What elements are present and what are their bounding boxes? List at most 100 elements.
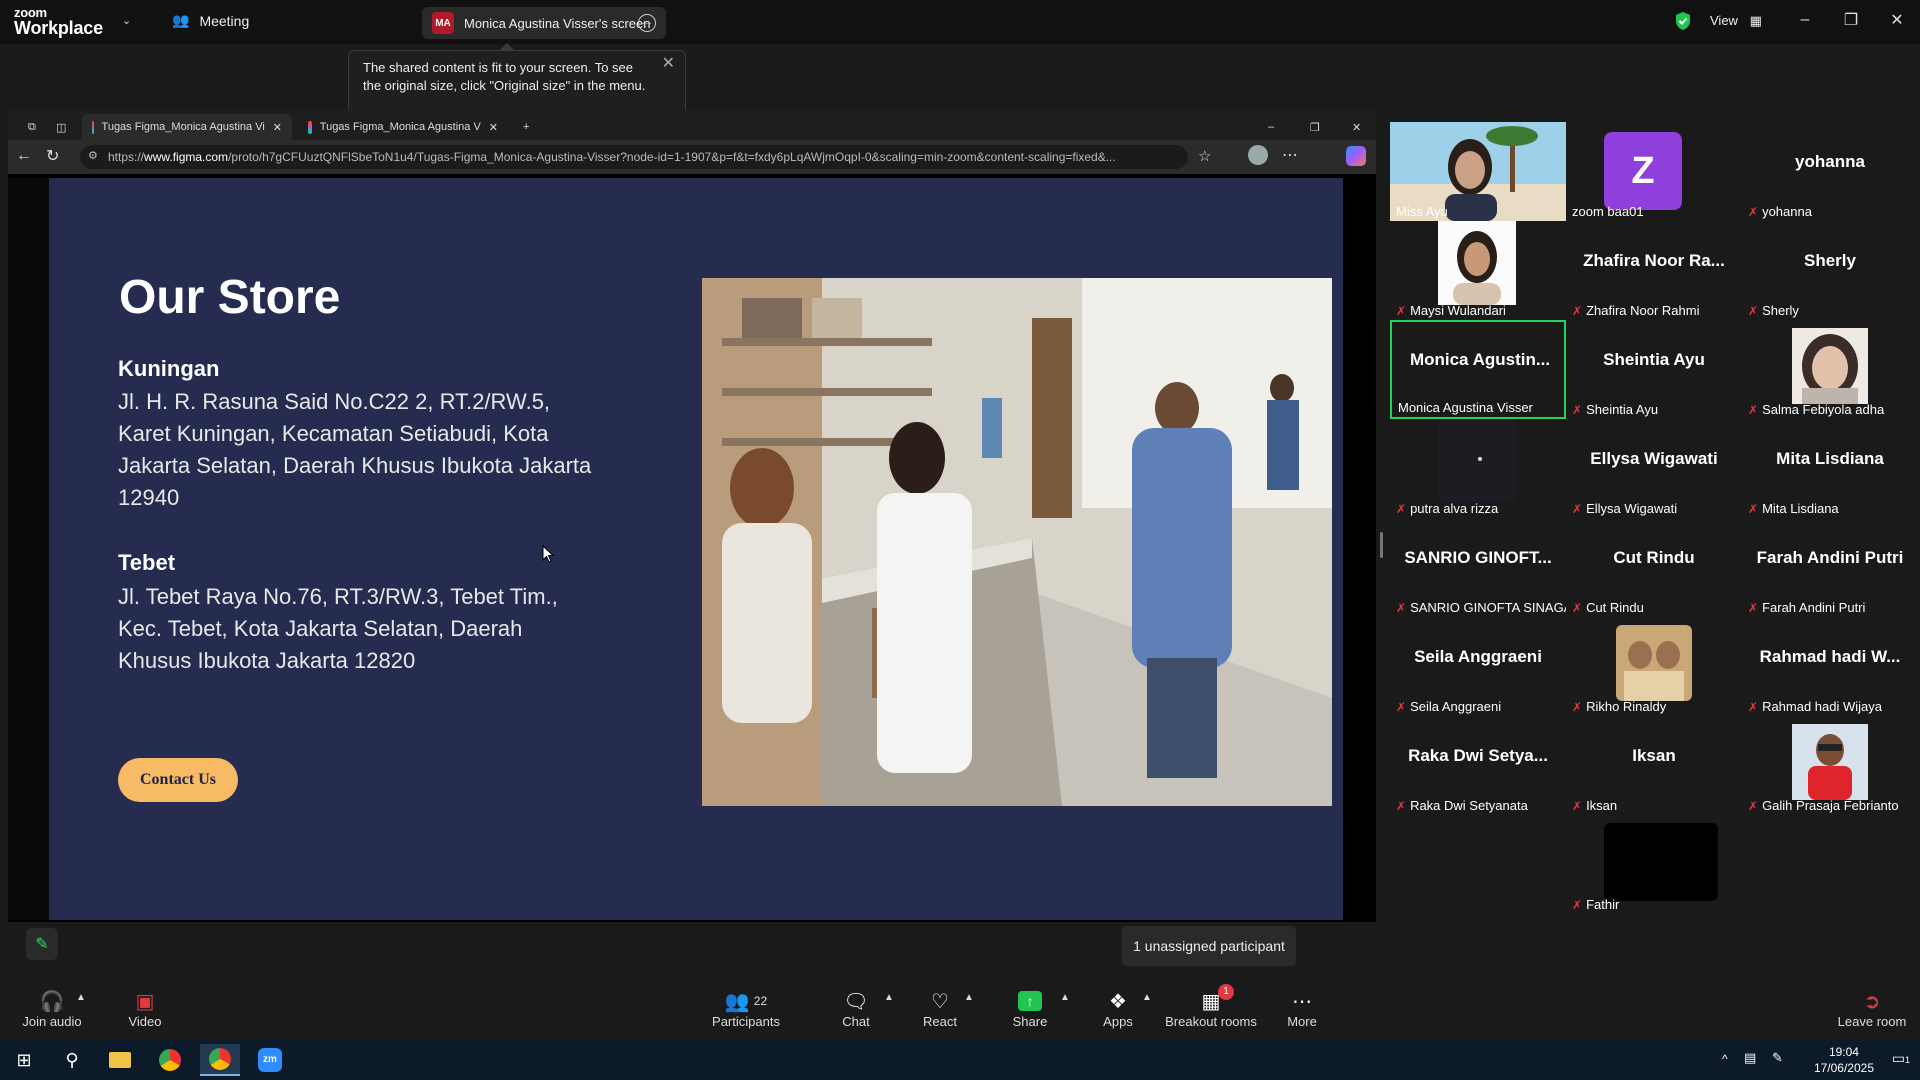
zoom-top-bar: zoom Workplace ⌄ 👥 Meeting MA Monica Agu… xyxy=(0,0,1920,44)
participant-tile[interactable]: Sherly ✗ Sherly xyxy=(1742,221,1918,320)
participant-tile[interactable]: ✗ Salma Febiyola adha xyxy=(1742,320,1918,419)
address-bar[interactable]: ⚙ https://www.figma.com/proto/h7gCFUuztQ… xyxy=(80,145,1188,169)
location-address: Jl. Tebet Raya No.76, RT.3/RW.3, Tebet T… xyxy=(118,584,558,673)
windows-taskbar: ⊞ ⚲ zm ^ ▤ ✎ 19:04 17/06/2025 ▭1 xyxy=(0,1040,1920,1080)
share-button[interactable]: ↑ Share xyxy=(1008,988,1052,1029)
security-shield-icon[interactable] xyxy=(1674,11,1692,31)
close-tab-icon[interactable]: ✕ xyxy=(273,121,282,134)
view-button[interactable]: View ▦ xyxy=(1710,13,1762,29)
maximize-icon[interactable]: ❐ xyxy=(1300,114,1330,140)
participant-tile[interactable]: ✗ Galih Prasaja Febrianto xyxy=(1742,716,1918,815)
participant-tile[interactable]: ✗ putra alva rizza xyxy=(1390,419,1566,518)
participant-tile[interactable]: Ellysa Wigawati ✗ Ellysa Wigawati xyxy=(1566,419,1742,518)
close-icon[interactable]: ✕ xyxy=(662,55,675,73)
participants-button[interactable]: 👥 22 Participants xyxy=(712,988,780,1030)
audio-options-caret[interactable]: ▲ xyxy=(76,992,86,1003)
mic-muted-icon: ✗ xyxy=(1572,402,1583,417)
meeting-button[interactable]: 👥 Meeting xyxy=(172,12,249,29)
participant-tile[interactable]: yohanna ✗ yohanna xyxy=(1742,122,1918,221)
participant-tile[interactable]: Rahmad hadi W... ✗ Rahmad hadi Wijaya xyxy=(1742,617,1918,716)
menu-icon[interactable]: ⋯ xyxy=(1282,145,1298,165)
participant-name: Rahmad hadi W... xyxy=(1759,647,1901,666)
participant-tile[interactable]: Sheintia Ayu ✗ Sheintia Ayu xyxy=(1566,320,1742,419)
chrome-icon[interactable] xyxy=(150,1044,190,1076)
tray-overflow-icon[interactable]: ^ xyxy=(1722,1052,1728,1066)
mic-muted-icon: ✗ xyxy=(1396,699,1407,714)
figma-prototype-frame: Our Store Kuningan Jl. H. R. Rasuna Said… xyxy=(49,178,1343,920)
participant-label: ✗ SANRIO GINOFTA SINAGA xyxy=(1396,600,1573,615)
chrome-active-icon[interactable] xyxy=(200,1044,240,1076)
network-icon[interactable]: ▤ xyxy=(1744,1050,1756,1066)
annotate-pen-icon[interactable]: ✎ xyxy=(26,928,58,960)
sidebar-toggle-icon[interactable]: ◫ xyxy=(46,114,66,140)
participant-tile-active-speaker[interactable]: Monica Agustin... Monica Agustina Visser xyxy=(1390,320,1566,419)
close-tab-icon[interactable]: ✕ xyxy=(489,121,498,134)
mic-muted-icon: ✗ xyxy=(1572,303,1583,318)
minimize-icon[interactable]: – xyxy=(1258,114,1288,140)
participant-tile[interactable]: ✗ Maysi Wulandari xyxy=(1390,221,1566,320)
start-icon[interactable]: ⊞ xyxy=(4,1044,44,1076)
participant-name: Sherly xyxy=(1804,251,1856,270)
browser-tab[interactable]: Tugas Figma_Monica Agustina Vi ✕ xyxy=(82,114,292,140)
new-tab-icon[interactable]: + xyxy=(513,114,533,140)
more-button[interactable]: ⋯ More xyxy=(1280,988,1324,1030)
more-options-icon[interactable]: … xyxy=(638,14,656,32)
participant-tile[interactable]: ✗ Rikho Rinaldy xyxy=(1566,617,1742,716)
system-clock[interactable]: 19:04 17/06/2025 xyxy=(1814,1044,1874,1076)
chevron-down-icon[interactable]: ⌄ xyxy=(122,14,131,27)
apps-button[interactable]: ❖ Apps xyxy=(1096,988,1140,1030)
mic-muted-icon: ✗ xyxy=(1572,798,1583,813)
browser-tab[interactable]: Tugas Figma_Monica Agustina V ✕ xyxy=(298,114,508,140)
participant-tile[interactable]: Cut Rindu ✗ Cut Rindu xyxy=(1566,518,1742,617)
zoom-app-icon[interactable]: zm xyxy=(250,1044,290,1076)
contact-us-button[interactable]: Contact Us xyxy=(118,758,238,802)
participant-tile[interactable]: SANRIO GINOFT... ✗ SANRIO GINOFTA SINAGA xyxy=(1390,518,1572,617)
video-button[interactable]: ▣ Video xyxy=(120,988,170,1030)
mouse-cursor-icon xyxy=(542,545,554,563)
close-icon[interactable]: ✕ xyxy=(1342,114,1372,140)
participant-label: ✗ Galih Prasaja Febrianto xyxy=(1748,798,1899,813)
panel-resize-handle[interactable] xyxy=(1380,532,1383,558)
participant-video xyxy=(1604,823,1718,901)
copilot-icon[interactable] xyxy=(1346,146,1366,166)
search-icon[interactable]: ⚲ xyxy=(52,1044,92,1076)
reload-icon[interactable]: ↻ xyxy=(46,146,59,166)
participant-tile[interactable]: Zhafira Noor Ra... ✗ Zhafira Noor Rahmi xyxy=(1566,221,1742,320)
apps-options-caret[interactable]: ▲ xyxy=(1142,992,1152,1003)
tab-actions-icon[interactable]: ⧉ xyxy=(18,114,38,140)
file-explorer-icon[interactable] xyxy=(100,1044,140,1076)
chat-options-caret[interactable]: ▲ xyxy=(884,992,894,1003)
leave-room-button[interactable]: ➲ Leave room xyxy=(1836,988,1908,1030)
back-icon[interactable]: ← xyxy=(16,147,32,165)
pen-tray-icon[interactable]: ✎ xyxy=(1772,1050,1783,1066)
participant-tile[interactable]: Iksan ✗ Iksan xyxy=(1566,716,1742,815)
participant-tile[interactable]: Mita Lisdiana ✗ Mita Lisdiana xyxy=(1742,419,1918,518)
maximize-icon[interactable]: ❐ xyxy=(1828,0,1874,40)
participant-label: ✗ Fathir xyxy=(1572,897,1620,912)
participant-tile[interactable]: Z zoom baa01 xyxy=(1566,122,1742,221)
close-icon[interactable]: ✕ xyxy=(1874,0,1920,40)
mic-muted-icon: ✗ xyxy=(1396,600,1407,615)
participant-tile[interactable]: Raka Dwi Setya... ✗ Raka Dwi Setyanata xyxy=(1390,716,1566,815)
location-address: Jl. H. R. Rasuna Said No.C22 2, RT.2/RW.… xyxy=(118,389,592,510)
minimize-icon[interactable]: – xyxy=(1782,0,1828,40)
share-options-caret[interactable]: ▲ xyxy=(1060,992,1070,1003)
breakout-rooms-button[interactable]: ▦ 1 Breakout rooms xyxy=(1164,984,1258,1029)
participant-tile[interactable]: Miss Ayu xyxy=(1390,122,1566,221)
react-options-caret[interactable]: ▲ xyxy=(964,992,974,1003)
participant-label: ✗ Mita Lisdiana xyxy=(1748,501,1839,516)
react-button[interactable]: ♡ React xyxy=(918,988,962,1030)
chat-button[interactable]: 🗨 Chat xyxy=(834,988,878,1030)
leave-icon: ➲ xyxy=(1863,990,1881,1013)
join-audio-button[interactable]: 🎧 Join audio xyxy=(22,988,82,1030)
zoom-logo: zoom Workplace xyxy=(14,5,103,38)
screen-share-indicator[interactable]: MA Monica Agustina Visser's screen … xyxy=(422,7,666,39)
site-info-icon[interactable]: ⚙ xyxy=(88,149,98,162)
favorites-icon[interactable]: ☆ xyxy=(1198,147,1211,165)
participant-tile[interactable]: ✗ Fathir xyxy=(1566,815,1742,914)
profile-avatar[interactable] xyxy=(1248,145,1268,165)
notification-icon[interactable]: ▭1 xyxy=(1892,1050,1910,1067)
participant-tile[interactable]: Seila Anggraeni ✗ Seila Anggraeni xyxy=(1390,617,1566,716)
participant-tile[interactable]: Farah Andini Putri ✗ Farah Andini Putri xyxy=(1742,518,1918,617)
unassigned-participant-notice[interactable]: 1 unassigned participant xyxy=(1122,926,1296,966)
